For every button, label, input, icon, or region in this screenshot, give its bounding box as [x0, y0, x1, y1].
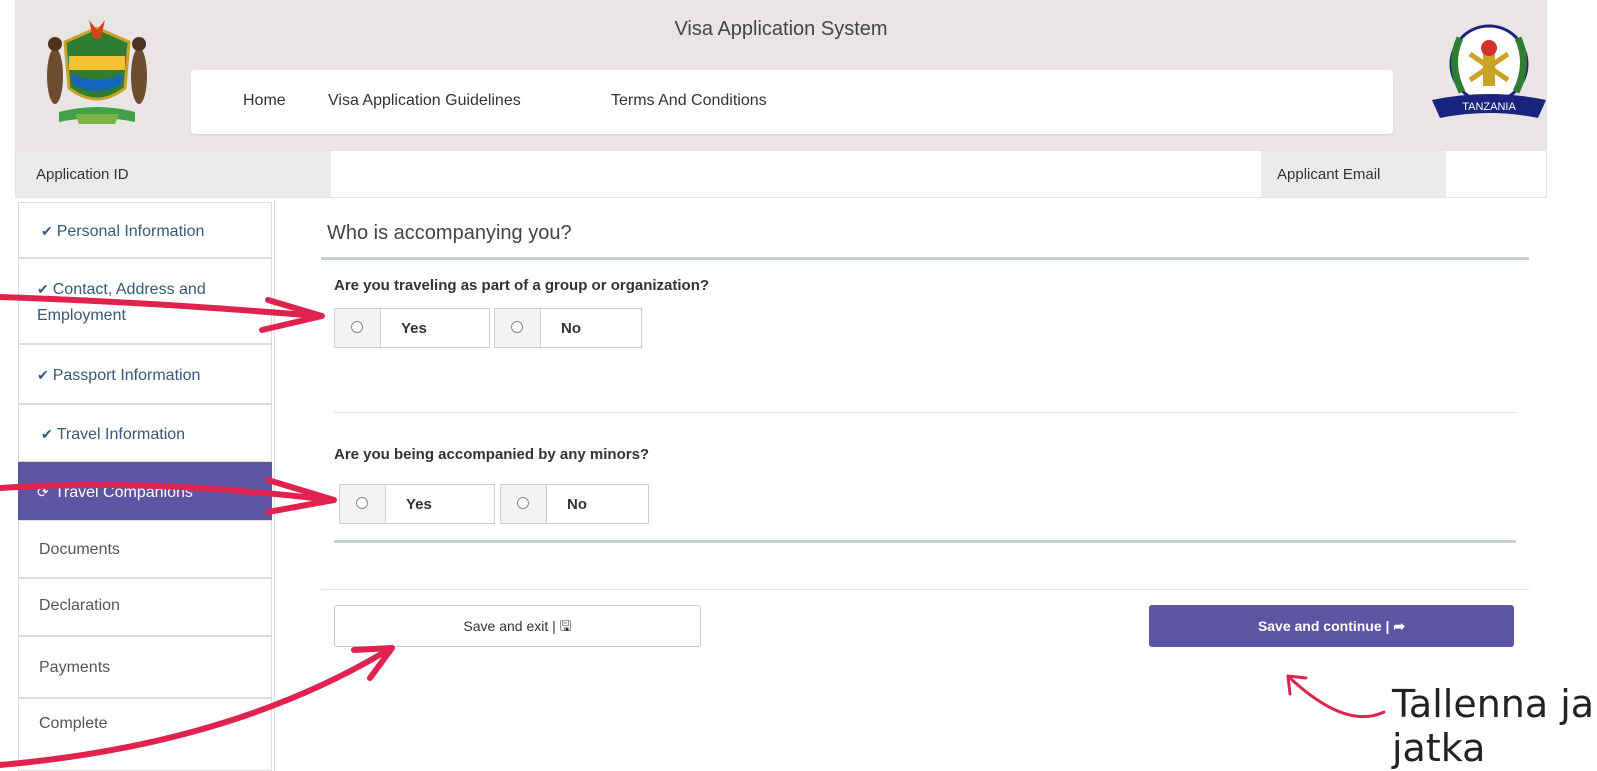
- radio-label: Yes: [406, 496, 432, 513]
- application-id-label: Application ID: [36, 166, 129, 183]
- divider: [334, 540, 1516, 543]
- site-header: Visa Application System Home Visa Applic…: [15, 0, 1547, 150]
- radio-circle-icon: [517, 497, 529, 509]
- sidebar-item-travel-information[interactable]: ✔ Travel Information: [18, 404, 272, 462]
- sidebar-item-label: Personal Information: [56, 223, 205, 240]
- applicant-email-label: Applicant Email: [1277, 166, 1381, 183]
- sidebar-item-documents[interactable]: Documents: [18, 520, 272, 578]
- radio-group-no[interactable]: No: [494, 308, 642, 348]
- radio-minors-no[interactable]: No: [500, 484, 649, 524]
- main-panel: Who is accompanying you? Are you traveli…: [274, 200, 1547, 771]
- sidebar-item-label: Documents: [39, 541, 120, 558]
- save-and-continue-button[interactable]: Save and continue | ➦: [1149, 605, 1514, 647]
- main-nav: Home Visa Application Guidelines Terms A…: [191, 70, 1393, 134]
- radio-label: No: [561, 320, 581, 337]
- section-title: Who is accompanying you?: [327, 222, 572, 244]
- radio-group-yes[interactable]: Yes: [334, 308, 490, 348]
- sidebar-item-complete[interactable]: Complete: [18, 698, 272, 771]
- sidebar-item-payments[interactable]: Payments: [18, 636, 272, 698]
- checkmark-icon: ✔: [41, 223, 53, 239]
- radio-circle-icon: [356, 497, 368, 509]
- sidebar-item-personal-information[interactable]: ✔ Personal Information: [18, 202, 272, 258]
- nav-terms[interactable]: Terms And Conditions: [611, 92, 767, 110]
- sidebar-item-label: Payments: [39, 659, 111, 676]
- divider: [321, 257, 1529, 260]
- sidebar-item-contact-address-employment[interactable]: ✔ Contact, Address and Employment: [18, 258, 272, 344]
- immigration-tanzania-logo: TANZANIA: [1430, 18, 1548, 130]
- save-and-exit-button[interactable]: Save and exit | 🖫: [334, 605, 701, 647]
- radio-circle-icon: [511, 321, 523, 333]
- radio-minors-yes[interactable]: Yes: [339, 484, 495, 524]
- sidebar-item-label: Travel Information: [56, 426, 186, 443]
- application-id-cell: Application ID: [16, 151, 331, 197]
- sidebar-item-label: Contact, Address and Employment: [37, 281, 206, 324]
- nav-home[interactable]: Home: [243, 92, 286, 110]
- sidebar-item-label: Complete: [39, 715, 108, 732]
- radio-label: Yes: [401, 320, 427, 337]
- sidebar-item-passport-information[interactable]: ✔ Passport Information: [18, 344, 272, 404]
- sidebar-item-label: Passport Information: [52, 367, 201, 384]
- nav-visa-guidelines[interactable]: Visa Application Guidelines: [328, 92, 521, 110]
- radio-label: No: [567, 496, 587, 513]
- sidebar-item-label: Travel Companions: [54, 484, 193, 501]
- applicant-email-cell: Applicant Email: [1261, 151, 1446, 197]
- right-logo-text: TANZANIA: [1462, 101, 1516, 113]
- checkmark-icon: ✔: [37, 281, 49, 297]
- question-group-travel: Are you traveling as part of a group or …: [334, 277, 710, 294]
- divider: [321, 589, 1529, 590]
- sidebar-item-travel-companions[interactable]: ⟳ Travel Companions: [18, 462, 272, 520]
- radio-circle-icon: [351, 321, 363, 333]
- application-info-bar: Application ID Applicant Email: [15, 150, 1547, 198]
- steps-sidebar: ✔ Personal Information ✔ Contact, Address …: [18, 200, 272, 771]
- sidebar-item-label: Declaration: [39, 597, 120, 614]
- site-title: Visa Application System: [674, 18, 888, 40]
- sidebar-item-declaration[interactable]: Declaration: [18, 578, 272, 636]
- checkmark-icon: ✔: [37, 367, 49, 383]
- checkmark-icon: ✔: [41, 426, 53, 442]
- spinner-icon: ⟳: [37, 484, 49, 500]
- divider: [334, 412, 1516, 413]
- question-minors: Are you being accompanied by any minors?: [334, 446, 650, 463]
- annotation-text: Tallenna ja jatka: [1392, 682, 1595, 770]
